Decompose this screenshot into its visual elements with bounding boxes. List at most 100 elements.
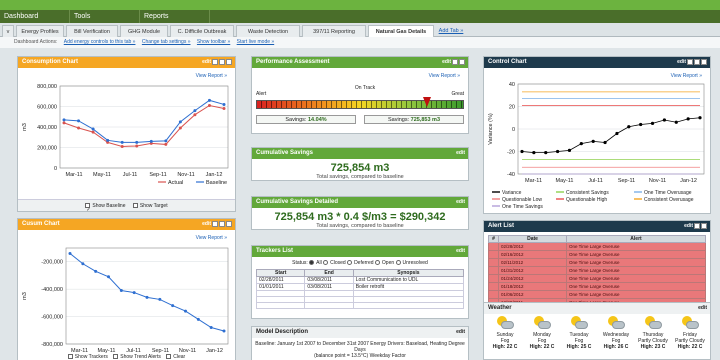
- status-label: Status:: [292, 260, 308, 266]
- y-axis-label: m3: [22, 123, 28, 131]
- control-edit[interactable]: edit: [677, 59, 686, 65]
- data-point: [149, 139, 153, 143]
- start-live-mode-link[interactable]: Start live mode »: [237, 39, 275, 45]
- close-icon[interactable]: [226, 58, 232, 65]
- tab-prev[interactable]: v: [2, 25, 14, 37]
- performance-edit[interactable]: edit: [442, 59, 451, 65]
- weather-high: High: 22 C: [677, 344, 703, 350]
- show-trend-alerts-checkbox[interactable]: [113, 354, 119, 360]
- data-point: [68, 251, 72, 255]
- x-tick-label: Jul-11: [123, 172, 138, 178]
- cusum-view-report[interactable]: View Report »: [196, 235, 227, 241]
- alert-row[interactable]: 02/28/2012 One Time Large Overuse: [488, 242, 706, 251]
- table-row[interactable]: 01/01/2011 03/08/2011 Boiler retrofit: [255, 283, 465, 291]
- control-view-report[interactable]: View Report »: [671, 73, 702, 79]
- status-deferred-radio[interactable]: [347, 260, 353, 266]
- table-row[interactable]: 02/28/2011 03/08/2011 Lost Communication t…: [255, 276, 465, 284]
- data-point: [91, 130, 95, 134]
- cusum-title: Cusum Chart: [22, 221, 60, 227]
- minimize-icon[interactable]: [452, 58, 458, 65]
- legend-label: Questionable Low: [502, 197, 542, 203]
- performance-view-report[interactable]: View Report »: [429, 73, 460, 79]
- status-unresolved-radio[interactable]: [395, 260, 401, 266]
- minimize-icon[interactable]: [212, 220, 218, 227]
- variance-point: [544, 151, 548, 155]
- variance-point: [662, 118, 666, 122]
- table-row[interactable]: [255, 302, 465, 309]
- alert-cell: One Time Large Overuse: [566, 290, 706, 299]
- performance-panel: Performance Assessment edit View Report …: [251, 56, 469, 134]
- alert-row[interactable]: 01/18/2012 One Time Large Overuse: [488, 282, 706, 291]
- maximize-icon[interactable]: [694, 58, 700, 65]
- minimize-icon[interactable]: [687, 58, 693, 65]
- tab-energy-profiles[interactable]: Energy Profiles: [16, 25, 64, 37]
- x-tick-label: Sep-11: [618, 178, 635, 184]
- alert-row[interactable]: 02/16/2012 One Time Large Overuse: [488, 250, 706, 259]
- tab-natural-gas-details[interactable]: Natural Gas Details: [368, 25, 434, 37]
- cumulative-edit[interactable]: edit: [456, 150, 465, 156]
- col-end: End: [304, 269, 354, 277]
- minimize-icon[interactable]: [694, 222, 700, 229]
- consumption-view-report[interactable]: View Report »: [196, 73, 227, 79]
- change-tab-settings-link[interactable]: Change tab settings »: [142, 39, 191, 45]
- x-tick-label: Nov-11: [177, 172, 194, 178]
- close-icon[interactable]: [701, 58, 707, 65]
- nav-reports[interactable]: Reports: [140, 10, 210, 23]
- tab-397-reporting[interactable]: 397/11 Reporting: [302, 25, 366, 37]
- y-tick-label: 200,000: [37, 146, 57, 152]
- show-toolbar-link[interactable]: Show toolbar »: [197, 39, 230, 45]
- alert-row[interactable]: 01/24/2012 One Time Large Overuse: [488, 274, 706, 283]
- show-baseline-checkbox[interactable]: ✓: [85, 203, 91, 213]
- minimize-icon[interactable]: [212, 58, 218, 65]
- model-edit[interactable]: edit: [456, 329, 465, 335]
- tab-ghg-module[interactable]: GHG Module: [120, 25, 168, 37]
- status-closed-label: Closed: [330, 260, 346, 266]
- show-trackers-checkbox[interactable]: [67, 354, 73, 360]
- x-tick-label: Jul-11: [588, 178, 603, 184]
- alert-row[interactable]: 02/11/2012 One Time Large Overuse: [488, 258, 706, 267]
- maximize-icon[interactable]: [701, 222, 707, 229]
- y-tick-label: -800,000: [41, 342, 63, 348]
- data-point: [135, 140, 139, 144]
- model-header: Model Description edit: [252, 327, 468, 338]
- maximize-icon[interactable]: [459, 58, 465, 65]
- data-point: [119, 289, 123, 293]
- alert-col-alert: Alert: [566, 235, 706, 243]
- table-cell: Lost Communication to UDL: [352, 276, 465, 284]
- data-point: [164, 139, 168, 143]
- alert-edit[interactable]: edit: [684, 223, 693, 229]
- nav-tools[interactable]: Tools: [70, 10, 140, 23]
- maximize-icon[interactable]: [219, 58, 225, 65]
- clear-checkbox[interactable]: [166, 354, 172, 360]
- add-tab-link[interactable]: Add Tab »: [436, 25, 466, 37]
- cumulative-detailed-edit[interactable]: edit: [456, 199, 465, 205]
- x-tick-label: Sep-11: [149, 172, 166, 178]
- data-point: [193, 113, 197, 117]
- status-closed-radio[interactable]: [323, 260, 329, 266]
- alert-row[interactable]: 01/06/2012 One Time Large Overuse: [488, 290, 706, 299]
- nav-dashboard[interactable]: Dashboard: [0, 10, 70, 23]
- y-tick-label: 400,000: [37, 125, 57, 131]
- show-target-checkbox[interactable]: [132, 203, 138, 209]
- add-energy-controls-link[interactable]: Add energy controls to this tab »: [64, 39, 136, 45]
- cusum-edit[interactable]: edit: [202, 221, 211, 227]
- status-open-radio[interactable]: [374, 260, 380, 266]
- trackers-edit[interactable]: edit: [456, 248, 465, 254]
- maximize-icon[interactable]: [219, 220, 225, 227]
- close-icon[interactable]: [226, 220, 232, 227]
- data-point: [222, 329, 226, 333]
- table-cell: 02/28/2011: [255, 276, 306, 284]
- alert-header: Alert List edit: [484, 221, 710, 232]
- variance-point: [674, 120, 678, 124]
- tab-bill-verification[interactable]: Bill Verification: [66, 25, 118, 37]
- cusum-line-chart: -200,000-400,000-600,000-800,000Mar-11 Ma…: [22, 247, 229, 354]
- status-all-radio[interactable]: [309, 260, 315, 266]
- alert-row[interactable]: 01/31/2012 One Time Large Overuse: [488, 266, 706, 275]
- tab-c-difficile[interactable]: C. Difficile Outbreak: [170, 25, 234, 37]
- consumption-edit[interactable]: edit: [202, 59, 211, 65]
- tab-waste-detection[interactable]: Waste Detection: [236, 25, 300, 37]
- x-tick-label: Jan-12: [206, 172, 223, 178]
- main-nav: Dashboard Tools Reports: [0, 10, 720, 23]
- model-title: Model Description: [256, 329, 309, 335]
- weather-edit[interactable]: edit: [698, 305, 707, 311]
